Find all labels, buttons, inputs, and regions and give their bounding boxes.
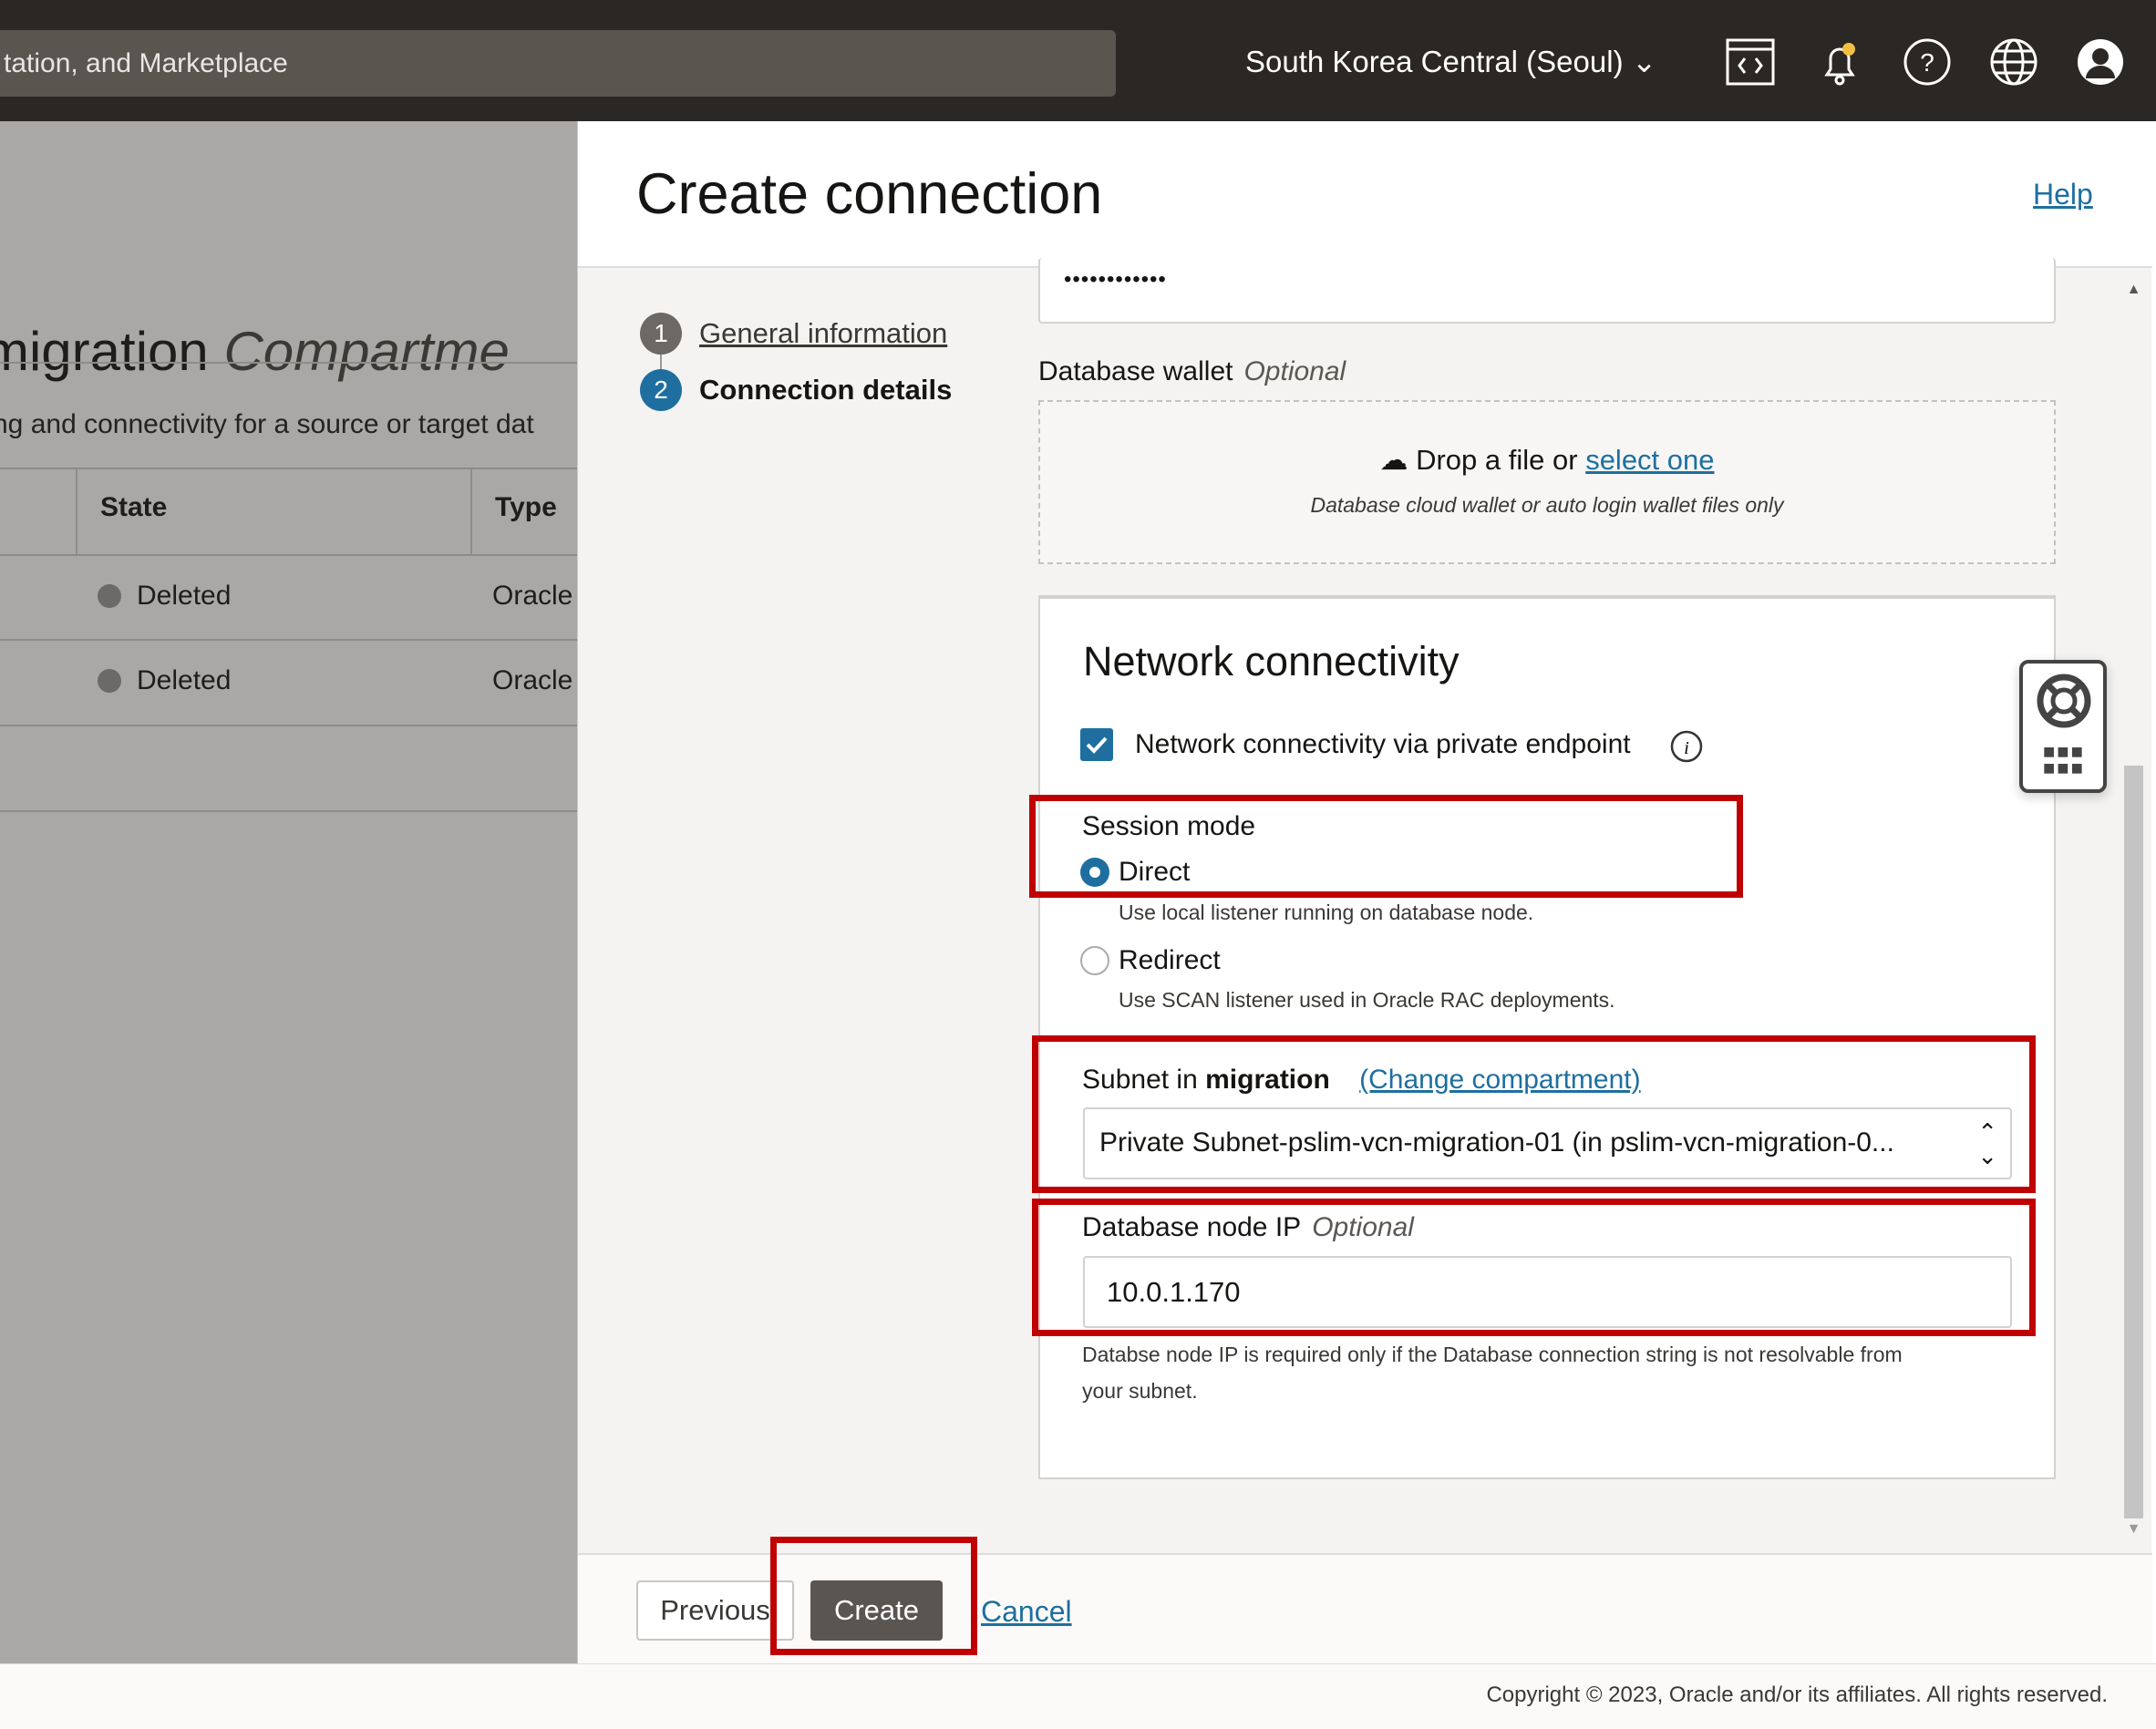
node-ip-help-2: your subnet. (1082, 1379, 1198, 1403)
node-ip-help: Databse node IP is required only if the … (1082, 1343, 1903, 1366)
radio-redirect[interactable] (1079, 945, 1110, 976)
help-icon[interactable]: ? (1902, 36, 1953, 87)
apps-grid-icon: ■■■ ■■■ (2043, 740, 2085, 779)
network-section-title: Network connectivity (1083, 638, 1460, 684)
step-general-information[interactable]: General information (699, 317, 947, 350)
cancel-link[interactable]: Cancel (981, 1595, 1072, 1629)
wallet-dropzone[interactable]: ☁ Drop a file or select one Database clo… (1038, 400, 2056, 564)
divider (0, 810, 577, 812)
highlight-node-ip (1032, 1199, 2036, 1336)
row-type: Oracle (492, 581, 573, 611)
panel-header: Create connection Help (578, 121, 2152, 268)
column-header-type[interactable]: Type (495, 492, 557, 523)
info-icon[interactable]: i (1670, 730, 1703, 763)
cloud-upload-icon: ☁ (1379, 444, 1408, 476)
row-state: Deleted (137, 581, 232, 611)
copyright-bar: Copyright © 2023, Oracle and/or its affi… (0, 1663, 2156, 1729)
wallet-label: Database wallet Optional (1038, 356, 1346, 386)
code-editor-icon[interactable] (1725, 36, 1776, 87)
highlight-create (770, 1537, 977, 1655)
wallet-hint: Database cloud wallet or auto login wall… (1310, 493, 1784, 517)
row-state: Deleted (137, 665, 232, 695)
lifebuoy-icon (2037, 674, 2091, 728)
option-redirect-desc: Use SCAN listener used in Oracle RAC dep… (1119, 988, 1615, 1012)
scrollbar[interactable]: ▲ ▼ (2122, 282, 2145, 1539)
background-page: migration Compartme ng and connectivity … (0, 121, 577, 1663)
select-file-link[interactable]: select one (1585, 444, 1714, 476)
column-divider (76, 468, 77, 554)
step-connection-details[interactable]: Connection details (699, 374, 952, 407)
status-dot-icon (98, 584, 121, 608)
top-bar: tation, and Marketplace South Korea Cent… (0, 0, 2156, 121)
divider (0, 362, 577, 364)
private-endpoint-checkbox[interactable] (1080, 728, 1113, 761)
highlight-session-mode (1029, 795, 1743, 898)
chevron-down-icon: ⌄ (1631, 45, 1657, 78)
create-connection-panel: Create connection Help 1 General informa… (577, 121, 2152, 1663)
row-type: Oracle (492, 665, 573, 695)
help-link[interactable]: Help (2033, 178, 2093, 211)
copyright-text: Copyright © 2023, Oracle and/or its affi… (1486, 1683, 2108, 1707)
svg-text:i: i (1684, 738, 1689, 758)
option-redirect-label: Redirect (1119, 945, 1221, 975)
option-direct-desc: Use local listener running on database n… (1119, 901, 1534, 924)
step-number: 1 (640, 313, 682, 355)
search-input[interactable]: tation, and Marketplace (0, 30, 1116, 97)
divider (0, 639, 577, 641)
highlight-subnet (1032, 1035, 2036, 1193)
page-title: migration Compartme (0, 321, 510, 382)
user-avatar-icon[interactable] (2075, 36, 2126, 87)
divider (0, 725, 577, 726)
svg-text:?: ? (1920, 48, 1934, 77)
globe-icon[interactable] (1988, 36, 2039, 87)
page-subtitle: ng and connectivity for a source or targ… (0, 409, 534, 439)
column-header-state[interactable]: State (100, 492, 167, 523)
table-header-top (0, 468, 577, 469)
column-divider (470, 468, 472, 554)
panel-footer: Previous Create Cancel (578, 1537, 2152, 1663)
region-label: South Korea Central (Seoul) (1245, 45, 1624, 78)
scrollbar-thumb[interactable] (2124, 766, 2143, 1518)
password-field[interactable]: •••••••••••• (1038, 258, 2056, 324)
help-widget[interactable]: ■■■ ■■■ (2019, 660, 2107, 793)
divider (0, 554, 577, 556)
region-selector[interactable]: South Korea Central (Seoul) ⌄ (1245, 44, 1656, 79)
status-dot-icon (98, 669, 121, 693)
checkbox-label: Network connectivity via private endpoin… (1135, 729, 1631, 759)
step-number: 2 (640, 369, 682, 411)
bell-icon[interactable] (1814, 36, 1865, 87)
panel-title: Create connection (636, 162, 1103, 226)
